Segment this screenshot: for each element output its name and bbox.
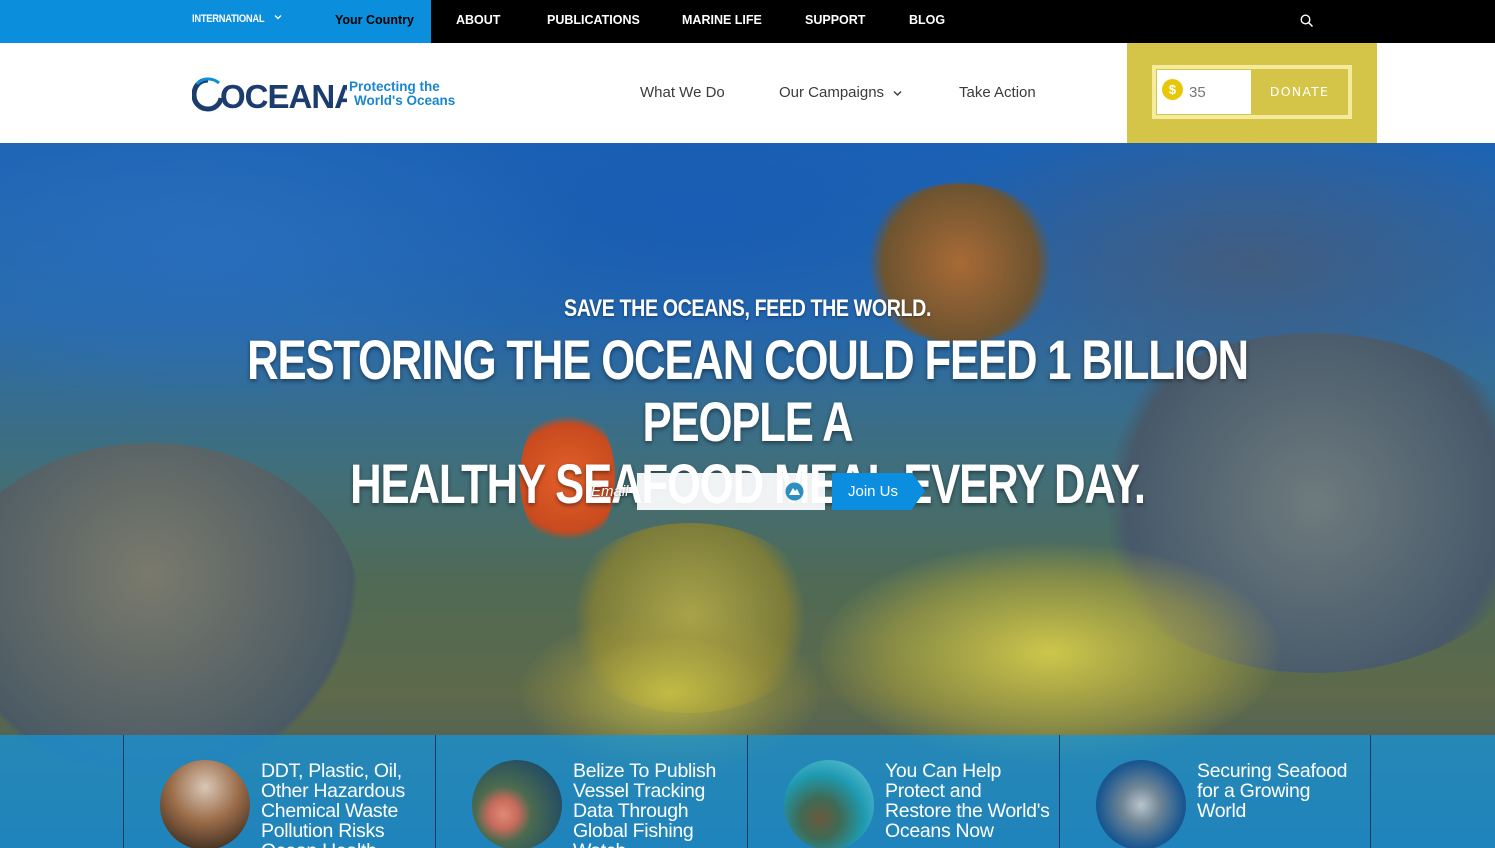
site-header: OCEANA Protecting the World's Oceans Wha… xyxy=(0,43,1495,143)
story-title[interactable]: Securing Seafood for a Growing World xyxy=(1197,761,1362,821)
top-nav-marine-life[interactable]: MARINE LIFE xyxy=(682,13,762,27)
top-bar: INTERNATIONAL Your Country ABOUT PUBLICA… xyxy=(0,0,1495,43)
story-card[interactable]: DDT, Plastic, Oil, Other Hazardous Chemi… xyxy=(123,735,435,848)
dollar-icon: $ xyxy=(1162,79,1183,100)
top-nav-publications[interactable]: PUBLICATIONS xyxy=(547,13,640,27)
email-label: Email xyxy=(591,483,629,500)
hero-subtitle: SAVE THE OCEANS, FEED THE WORLD. xyxy=(563,295,932,322)
top-nav-blog[interactable]: BLOG xyxy=(909,13,945,27)
nav-take-action[interactable]: Take Action xyxy=(959,84,1036,101)
story-card[interactable]: Securing Seafood for a Growing World xyxy=(1059,735,1371,848)
story-title[interactable]: Belize To Publish Vessel Tracking Data T… xyxy=(573,761,738,848)
nav-what-we-do[interactable]: What We Do xyxy=(640,84,725,101)
autofill-icon[interactable] xyxy=(785,482,804,501)
hero-title-line1: RESTORING THE OCEAN COULD FEED 1 BILLION… xyxy=(247,328,1249,453)
top-nav-support[interactable]: SUPPORT xyxy=(805,13,865,27)
story-thumbnail[interactable] xyxy=(1096,760,1186,848)
donate-form: $ DONATE xyxy=(1152,65,1352,119)
story-thumbnail[interactable] xyxy=(472,760,562,848)
join-us-button[interactable]: Join Us xyxy=(832,473,912,510)
chevron-down-icon[interactable] xyxy=(892,88,903,99)
story-thumbnail[interactable] xyxy=(784,760,874,848)
your-country-link[interactable]: Your Country xyxy=(335,13,414,27)
fish-school xyxy=(820,543,1280,763)
oceana-logo[interactable]: OCEANA Protecting the World's Oceans xyxy=(192,76,455,114)
story-card[interactable]: You Can Help Protect and Restore the Wor… xyxy=(747,735,1059,848)
donate-button[interactable]: DONATE xyxy=(1252,70,1347,114)
nav-our-campaigns[interactable]: Our Campaigns xyxy=(779,84,884,101)
tagline-line2: World's Oceans xyxy=(354,93,456,108)
tagline-line1: Protecting the xyxy=(349,79,440,94)
join-button-arrow[interactable] xyxy=(912,473,925,509)
story-title[interactable]: You Can Help Protect and Restore the Wor… xyxy=(885,761,1050,841)
search-icon[interactable] xyxy=(1299,13,1315,29)
international-selector[interactable]: INTERNATIONAL xyxy=(192,13,265,25)
logo-text: OCEANA xyxy=(220,78,347,114)
story-thumbnail[interactable] xyxy=(160,760,250,848)
chevron-down-icon[interactable] xyxy=(272,11,284,23)
donate-panel: $ DONATE xyxy=(1127,43,1377,143)
oceana-wordmark: OCEANA xyxy=(192,77,347,114)
story-card[interactable]: Belize To Publish Vessel Tracking Data T… xyxy=(435,735,747,848)
story-title[interactable]: DDT, Plastic, Oil, Other Hazardous Chemi… xyxy=(261,761,426,848)
featured-stories: DDT, Plastic, Oil, Other Hazardous Chemi… xyxy=(0,735,1495,848)
logo-tagline: Protecting the World's Oceans xyxy=(349,80,469,108)
top-nav-about[interactable]: ABOUT xyxy=(456,13,500,27)
